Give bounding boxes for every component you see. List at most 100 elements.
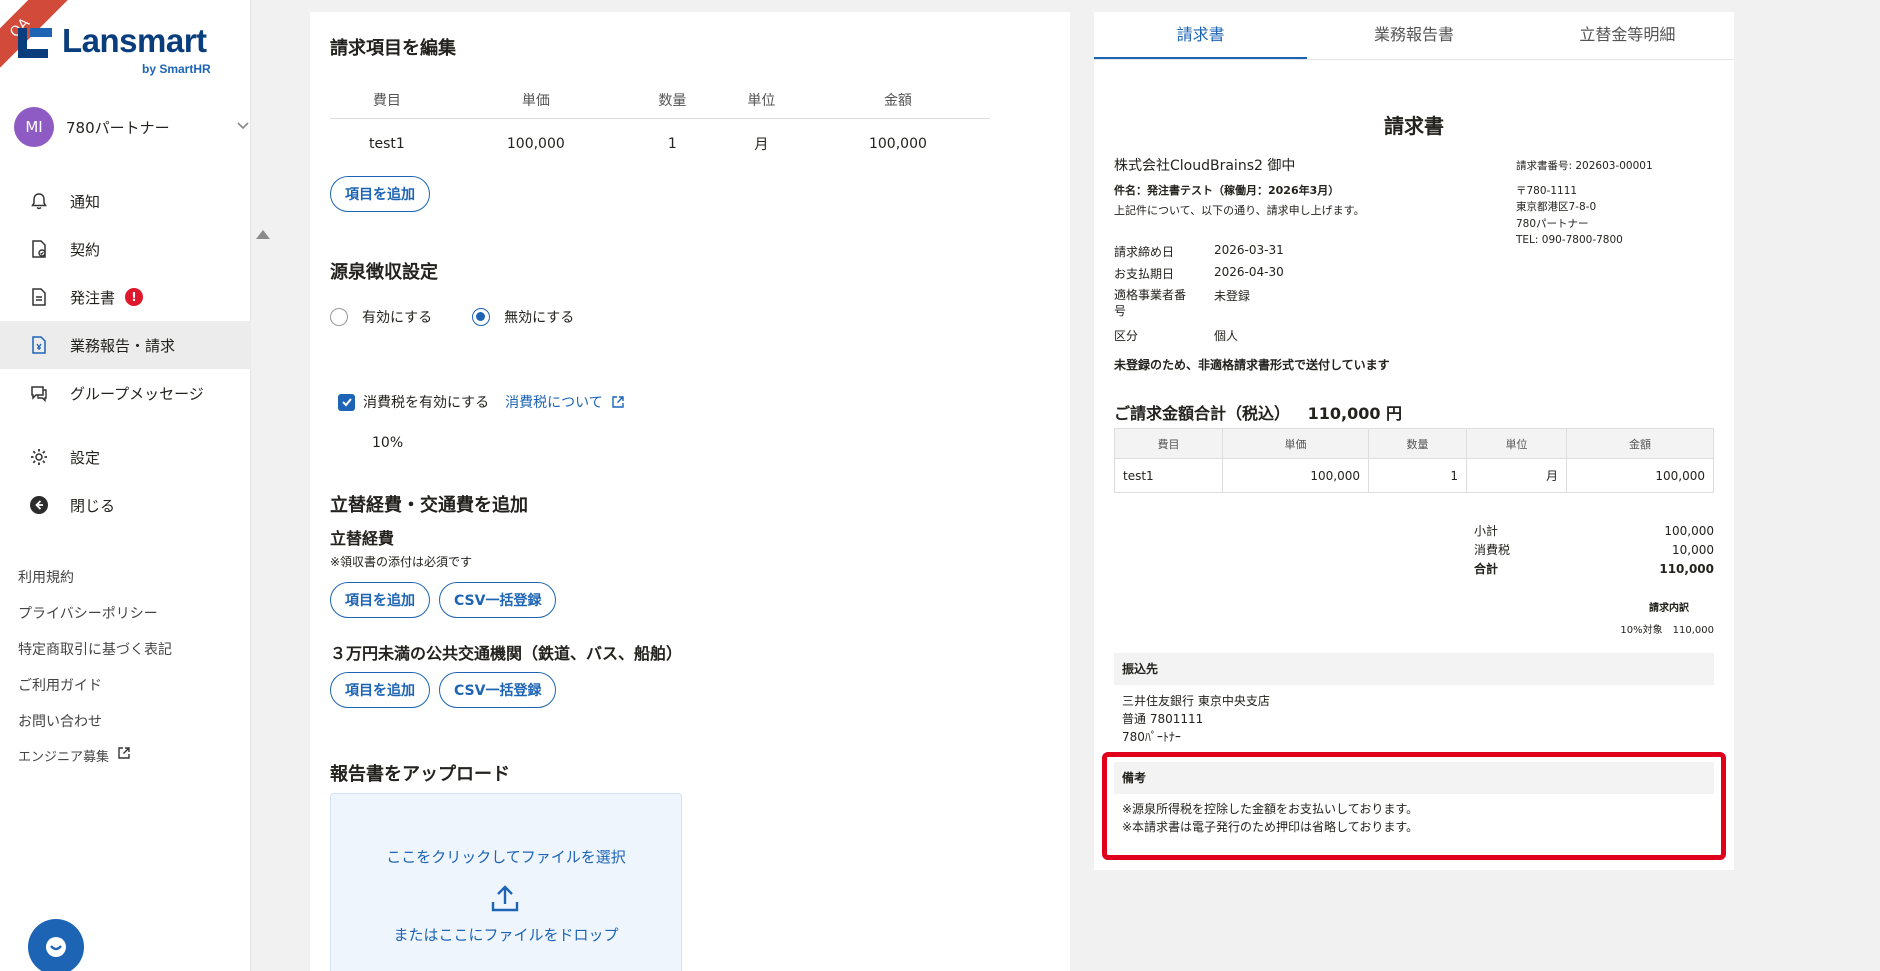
sidebar-item-settings[interactable]: 設定 [0,433,251,481]
summary-key: 小計 [1474,524,1499,538]
invoice-meta: 請求締め日 2026-03-31 お支払期日 2026-04-30 適格事業者番号 未… [1114,243,1284,349]
meta-value: 2026-03-31 [1214,243,1284,257]
meta-value: 未登録 [1214,289,1251,303]
tax-checkbox[interactable] [338,393,355,411]
column-header: 数量 [627,82,717,119]
meta-key: 適格事業者番号 [1114,288,1187,318]
sidebar-item-purchase-orders[interactable]: 発注書 ! [0,273,251,321]
logo-sub: by SmartHR [142,62,211,76]
table-cell: 1 [1368,458,1467,493]
footer-link-privacy[interactable]: プライバシーポリシー [18,602,172,638]
meta-row: 適格事業者番号 未登録 [1114,287,1284,327]
file-dropzone[interactable]: ここをクリックしてファイルを選択 またはここにファイルをドロップ [330,793,682,971]
tax-breakdown: 請求内訳 10%対象 110,000 [1620,598,1714,642]
withholding-radio-group: 有効にする 無効にする [330,307,574,327]
sidebar-nav: 通知 契約 発注書 ! 業務報告・請求 グループメッセージ 設定 閉じる [0,177,251,529]
tab-expense-details[interactable]: 立替金等明細 [1521,12,1734,59]
footer-link-careers[interactable]: エンジニア募集 [18,746,172,782]
invoice-icon [28,334,50,356]
invoice-total: ご請求金額合計（税込） 110,000 円 [1114,400,1402,424]
support-chat-button[interactable] [28,919,84,971]
meta-key: 請求締め日 [1114,245,1175,259]
external-link-icon [118,747,130,759]
avatar: MI [14,107,54,147]
footer-link-contact[interactable]: お問い合わせ [18,710,172,746]
invoice-editor-panel: 請求項目を編集 費目 単価 数量 単位 金額 test1 100,000 1 月… [310,12,1070,971]
breakdown-line: 10%対象 110,000 [1620,625,1714,636]
tab-work-report[interactable]: 業務報告書 [1307,12,1520,59]
table-cell: 100,000 [1222,458,1369,493]
items-table-header: 費目 単価 数量 単位 金額 [330,82,990,119]
table-cell: 100,000 [868,136,927,153]
footer-link-terms[interactable]: 利用規約 [18,566,172,602]
invoice-document: 請求書 株式会社CloudBrains2 御中 件名：発注書テスト（稼働月：20… [1114,60,1714,870]
add-item-button[interactable]: 項目を追加 [330,176,430,212]
table-cell: 100,000 [1566,458,1714,493]
edit-items-title: 請求項目を編集 [330,38,456,59]
column-header: 単価 [443,82,628,119]
meta-row: 請求締め日 2026-03-31 [1114,243,1284,265]
sidebar-item-notifications[interactable]: 通知 [0,177,251,225]
summary-value: 110,000 [1659,562,1714,576]
meta-row: お支払期日 2026-04-30 [1114,265,1284,287]
transit-csv-import-button[interactable]: CSV一括登録 [439,672,557,708]
meta-row: 区分 個人 [1114,327,1284,349]
tax-info-link[interactable]: 消費税について [505,392,625,412]
tab-invoice[interactable]: 請求書 [1094,12,1308,59]
chat-icon [28,382,50,404]
footer-link-commerce[interactable]: 特定商取引に基づく表記 [18,638,172,674]
chat-bubble-icon [46,937,66,957]
account-name: 780パートナー [66,118,170,137]
tax-rate-value: 10% [372,435,404,451]
sidebar-item-label: 契約 [70,240,101,259]
alert-badge: ! [125,288,144,306]
column-header: 単価 [1222,428,1369,459]
document-icon [28,286,50,308]
sidebar-item-reports-invoices[interactable]: 業務報告・請求 [0,321,251,369]
gear-icon [28,446,50,468]
external-link-icon [612,396,624,408]
summary-key: 消費税 [1474,543,1511,557]
meta-key: 区分 [1114,329,1139,343]
sidebar-item-contracts[interactable]: 契約 [0,225,251,273]
add-expense-button[interactable]: 項目を追加 [330,582,430,618]
column-header: 費目 [330,82,444,119]
tax-info-link-label: 消費税について [505,395,603,411]
invoice-subject: 件名：発注書テスト（稼働月：2026年3月） [1114,184,1340,197]
summary-row: 消費税 10,000 [1474,541,1714,560]
table-cell: 月 [754,137,769,154]
nonqualified-note: 未登録のため、非適格請求書形式で送付しています [1114,358,1390,372]
table-cell: 月 [1466,458,1567,493]
check-icon [341,398,352,407]
table-row[interactable]: test1 100,000 1 月 100,000 [330,118,990,170]
sidebar-item-label: 通知 [70,192,101,211]
sidebar-item-label: 業務報告・請求 [70,336,176,355]
withholding-enable-radio[interactable] [330,308,348,326]
invoice-number: 請求書番号: 202603-00001 [1516,160,1653,172]
sidebar-item-label: 閉じる [70,496,116,515]
invoice-issuer: 請求書番号: 202603-00001 〒780-1111 東京都港区7-8-0… [1516,158,1653,249]
sidebar-item-label: 設定 [70,448,101,467]
preview-tabs: 請求書 業務報告書 立替金等明細 [1094,12,1734,60]
logo-mark-icon [18,28,52,58]
invoice-lead: 上記件について、以下の通り、請求申し上げます。 [1114,204,1365,217]
sidebar-item-group-messages[interactable]: グループメッセージ [0,369,251,417]
collapse-icon [28,494,50,516]
scroll-up-arrow[interactable] [256,230,270,239]
sidebar-item-close[interactable]: 閉じる [0,481,251,529]
logo-text: Lansmart [62,22,207,59]
withholding-disable-radio[interactable] [472,308,491,326]
meta-key: お支払期日 [1114,267,1175,281]
expense-csv-import-button[interactable]: CSV一括登録 [439,582,557,618]
footer-link-guide[interactable]: ご利用ガイド [18,674,172,710]
total-label: ご請求金額合計（税込） [1114,404,1291,423]
bell-icon [28,190,50,212]
bank-section-title: 振込先 [1114,653,1714,685]
account-switcher[interactable]: MI 780パートナー [14,106,252,148]
summary-key: 合計 [1474,562,1499,576]
add-transit-button[interactable]: 項目を追加 [330,672,430,708]
tax-checkbox-row: 消費税を有効にする 消費税について [338,392,625,412]
table-cell: test1 [369,136,405,153]
meta-value: 2026-04-30 [1214,265,1284,279]
withholding-title: 源泉徴収設定 [330,262,438,283]
